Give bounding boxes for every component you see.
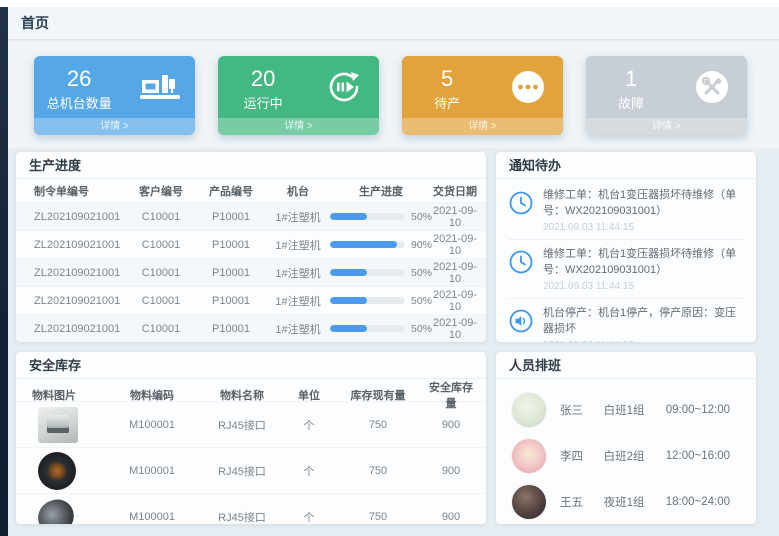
waiting-label: 待产 [402,93,492,112]
card-fault[interactable]: 1 故障 详情 > [586,56,747,135]
personnel-schedule-title: 人员排班 [496,352,756,379]
notice-text: 机台停产：机台1停产，停产原因：变压器损坏 [543,306,744,338]
total-machines-value: 26 [34,67,124,91]
col-unit: 单位 [286,387,332,403]
safety-stock-title: 安全库存 [16,352,486,379]
notices-panel: 通知待办 维修工单：机台1变压器损坏待维修（单号：WX202109031001）… [496,152,756,342]
stock-row: M100001 RJ45接口 个 750 900 [16,448,486,494]
col-progress: 生产进度 [330,183,432,199]
running-detail-link[interactable]: 详情 > [218,118,379,135]
tab-home[interactable]: 首页 [21,13,49,33]
notice-time: 2021.09.03 11:44:15 [543,340,744,342]
production-row: ZL202109021001 C10001 P10001 1#注塑机 50% 2… [16,287,486,315]
col-customer-no: 客户编号 [126,183,196,199]
col-material-name: 物料名称 [198,387,286,403]
avatar-wangwu [512,485,546,519]
running-icon [308,69,379,105]
card-running[interactable]: 20 运行中 详情 > [218,56,379,135]
ellipsis-icon [492,69,563,105]
notice-item[interactable]: 机台停产：机台1停产，停产原因：变压器损坏 2021.09.03 11:44:1… [508,299,744,342]
person-name: 王五 [560,494,604,510]
col-material-image: 物料图片 [28,387,106,403]
total-machines-label: 总机台数量 [34,93,124,112]
total-machines-detail-link[interactable]: 详情 > [34,118,195,135]
notice-item[interactable]: 维修工单：机台1变压器损坏待维修（单号：WX202109031001） 2021… [508,181,744,240]
safety-stock-panel: 安全库存 物料图片 物料编码 物料名称 单位 库存现有量 安全库存量 M1000… [16,352,486,524]
running-value: 20 [218,67,308,91]
waiting-value: 5 [402,67,492,91]
person-shift: 夜班1组 [604,494,666,510]
stock-row: M100001 RJ45接口 个 750 900 [16,402,486,448]
tools-icon [676,69,747,105]
stat-cards-section: 26 总机台数量 详情 > [8,41,779,148]
fault-label: 故障 [586,93,676,112]
collapsed-sidebar-edge [0,7,8,536]
progress-bar [330,325,405,332]
avatar-zhangsan [512,393,546,427]
card-waiting[interactable]: 5 待产 详情 > [402,56,563,135]
running-label: 运行中 [218,93,308,112]
cone-speaker-photo [34,495,79,524]
personnel-schedule-panel: 人员排班 张三 白班1组 09:00~12:00 李四 白班2组 12:00~1… [496,352,756,524]
avatar-lisi [512,439,546,473]
clock-icon [508,249,534,275]
col-order-no: 制令单编号 [26,183,126,199]
stock-table-header: 物料图片 物料编码 物料名称 单位 库存现有量 安全库存量 [16,379,486,402]
production-progress-panel: 生产进度 制令单编号 客户编号 产品编号 机台 生产进度 交货日期 ZL2021… [16,152,486,342]
machine-icon [124,72,195,102]
schedule-row: 王五 夜班1组 18:00~24:00 [512,479,742,524]
waiting-detail-link[interactable]: 详情 > [402,118,563,135]
fault-detail-link[interactable]: 详情 > [586,118,747,135]
production-table-header: 制令单编号 客户编号 产品编号 机台 生产进度 交货日期 [16,179,486,203]
col-product-no: 产品编号 [196,183,266,199]
schedule-row: 张三 白班1组 09:00~12:00 [512,387,742,433]
person-shift: 白班2组 [604,448,666,464]
col-delivery-date: 交货日期 [432,183,478,199]
card-total-machines[interactable]: 26 总机台数量 详情 > [34,56,195,135]
production-row: ZL202109021001 C10001 P10001 1#注塑机 50% 2… [16,315,486,342]
col-material-code: 物料编码 [106,387,198,403]
notice-item[interactable]: 维修工单：机台1变压器损坏待维修（单号：WX202109031001） 2021… [508,240,744,299]
person-time: 12:00~16:00 [666,450,730,462]
person-time: 09:00~12:00 [666,404,730,416]
person-time: 18:00~24:00 [666,496,730,508]
person-name: 李四 [560,448,604,464]
speaker-icon [508,308,534,334]
col-safety-stock: 安全库存量 [424,379,478,411]
schedule-row: 李四 白班2组 12:00~16:00 [512,433,742,479]
person-name: 张三 [560,402,604,418]
window-top-strip [0,0,779,7]
fault-value: 1 [586,67,676,91]
production-row: ZL202109021001 C10001 P10001 1#注塑机 50% 2… [16,259,486,287]
progress-bar [330,297,405,304]
production-progress-title: 生产进度 [16,152,486,179]
progress-bar [330,241,405,248]
notice-text: 维修工单：机台1变压器损坏待维修（单号：WX202109031001） [543,188,744,220]
notice-text: 维修工单：机台1变压器损坏待维修（单号：WX202109031001） [543,247,744,279]
notice-time: 2021.09.03 11:44:15 [543,281,744,292]
progress-bar [330,269,405,276]
stock-row: M100001 RJ45接口 个 750 900 [16,494,486,524]
col-stock-on-hand: 库存现有量 [332,387,424,403]
clock-icon [508,190,534,216]
production-row: ZL202109021001 C10001 P10001 1#注塑机 50% 2… [16,203,486,231]
person-shift: 白班1组 [604,402,666,418]
production-row: ZL202109021001 C10001 P10001 1#注塑机 90% 2… [16,231,486,259]
round-speaker-photo [38,452,76,490]
progress-bar [330,213,405,220]
rj45-connector-photo [38,407,78,443]
notice-time: 2021.09.03 11:44:15 [543,222,744,233]
tab-bar: 首页 [8,7,779,40]
notices-title: 通知待办 [496,152,756,179]
col-machine: 机台 [266,183,330,199]
